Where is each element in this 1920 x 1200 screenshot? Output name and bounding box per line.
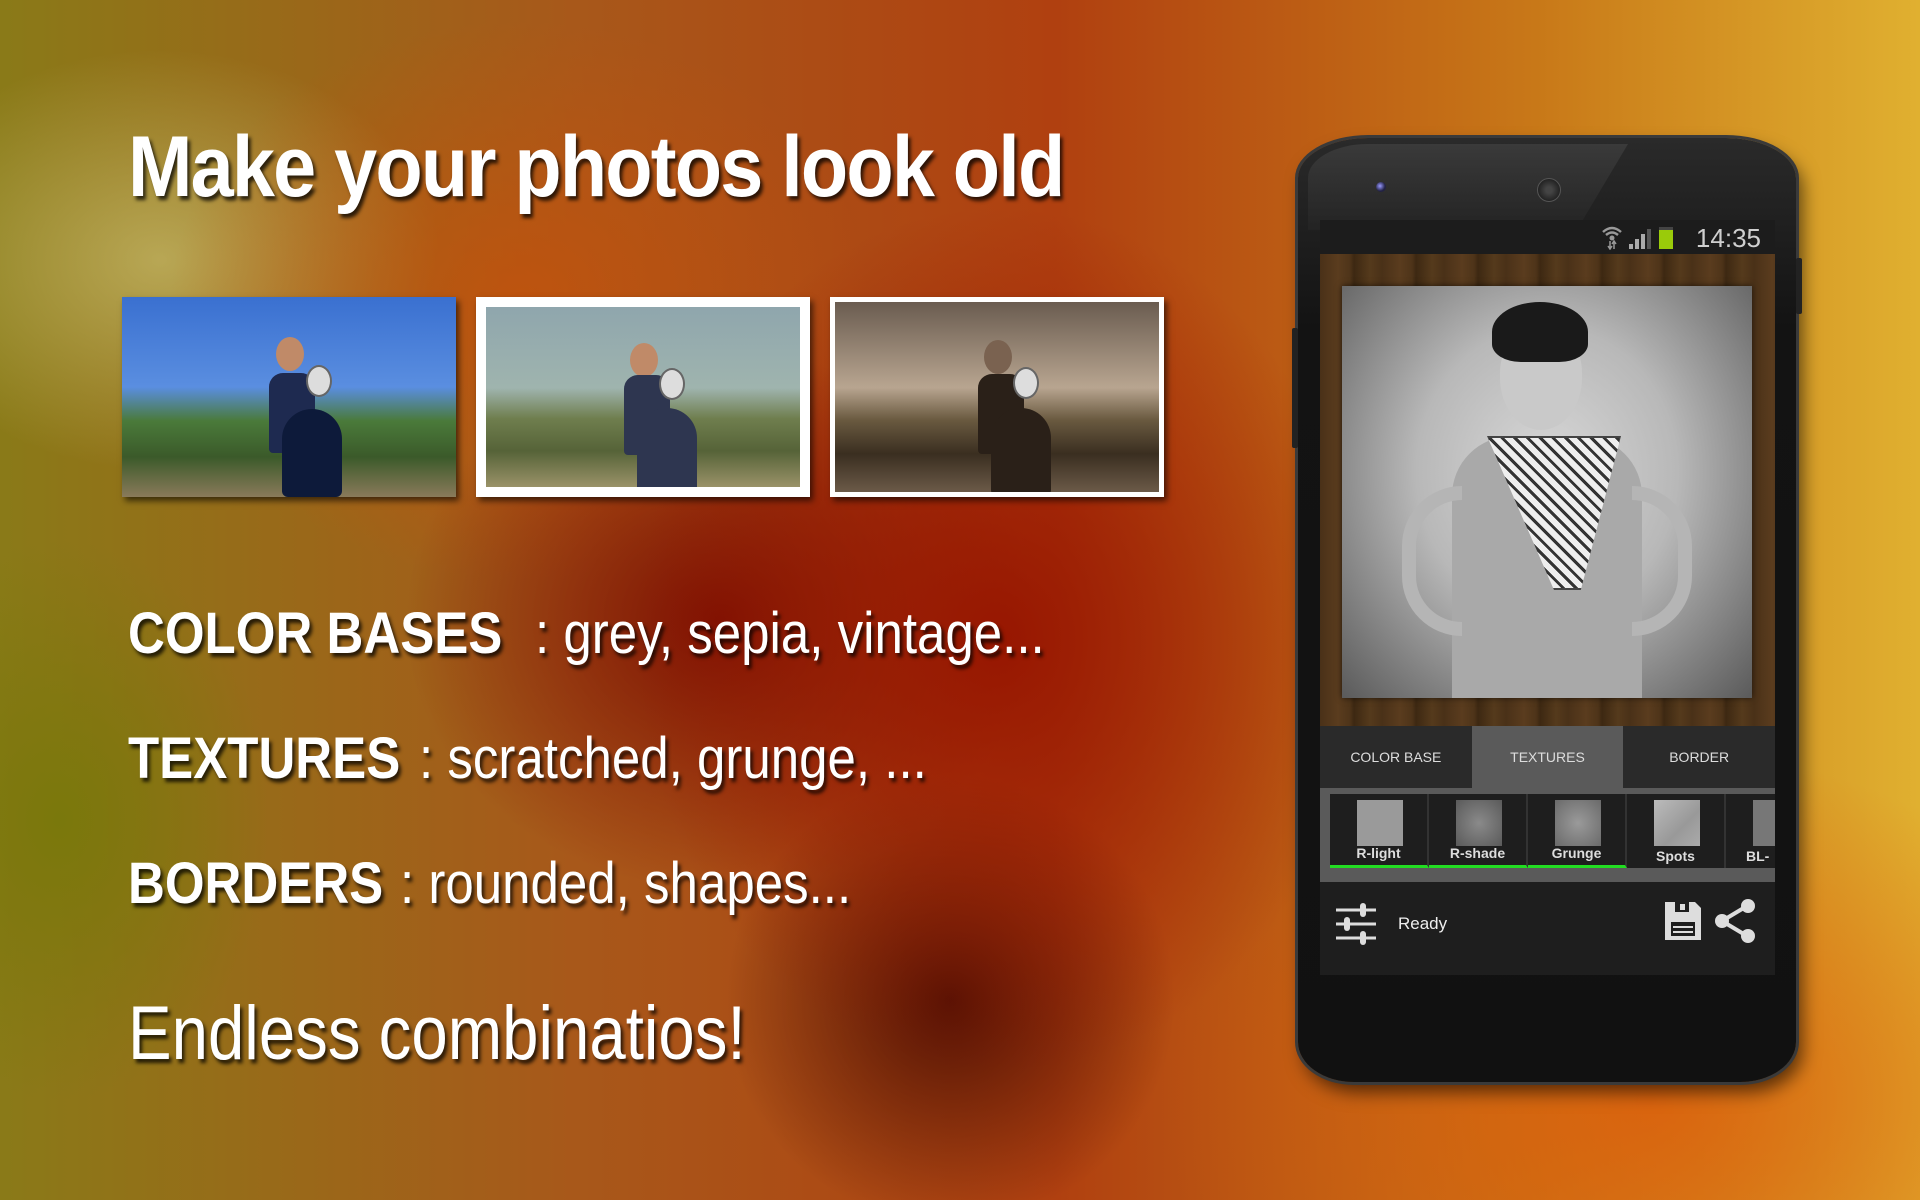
feature-key: COLOR BASES (128, 601, 503, 666)
texture-thumbnail (1456, 800, 1502, 846)
feature-color-bases: COLOR BASES : grey, sepia, vintage... (128, 600, 1115, 667)
photo-grunge-border (476, 297, 810, 497)
photo-sepia (830, 297, 1164, 497)
texture-thumbnail (1654, 800, 1700, 846)
speaker-grille-icon (1537, 178, 1561, 202)
texture-label: Grunge (1551, 845, 1602, 861)
feature-value: : rounded, shapes... (400, 851, 852, 916)
texture-item-spots[interactable]: Spots (1627, 794, 1726, 868)
texture-thumbnail (1753, 800, 1775, 846)
tab-color-base[interactable]: COLOR BASE (1320, 726, 1472, 788)
texture-label: BL- (1746, 848, 1770, 864)
texture-label: Spots (1656, 848, 1695, 864)
clock: 14:35 (1695, 223, 1761, 253)
battery-icon (1659, 227, 1673, 249)
status-bar: 14:35 (1320, 220, 1775, 254)
texture-thumbnail (1357, 800, 1403, 846)
phone-mockup: 14:35 COLOR BASE TEXTURES BORDER R-light (1292, 138, 1802, 1082)
phone-glare (1308, 144, 1628, 230)
photo-original (122, 297, 456, 497)
adjust-sliders-icon[interactable] (1334, 902, 1378, 946)
feature-key: TEXTURES (128, 726, 401, 791)
feature-value: : scratched, grunge, ... (419, 726, 928, 791)
tagline: Endless combinatios! (128, 991, 746, 1076)
phone-screen: 14:35 COLOR BASE TEXTURES BORDER R-light (1320, 220, 1775, 975)
editor-canvas (1320, 254, 1775, 726)
texture-panel: R-light R-shade Grunge Spots BL- (1320, 788, 1775, 882)
wifi-icon (1601, 224, 1623, 256)
effect-tabs: COLOR BASE TEXTURES BORDER (1320, 726, 1775, 788)
bottom-action-bar: Ready (1320, 882, 1775, 975)
feature-textures: TEXTURES : scratched, grunge, ... (128, 725, 996, 792)
feature-value: : grey, sepia, vintage... (535, 601, 1046, 666)
texture-item-r-shade[interactable]: R-shade (1429, 794, 1528, 868)
tab-textures[interactable]: TEXTURES (1471, 726, 1624, 788)
feature-borders: BORDERS: rounded, shapes... (128, 850, 913, 917)
save-icon[interactable] (1663, 900, 1703, 942)
signal-icon (1629, 229, 1651, 249)
power-button (1796, 258, 1802, 314)
status-text: Ready (1398, 914, 1448, 933)
volume-button (1292, 328, 1298, 448)
edited-photo[interactable] (1342, 286, 1752, 698)
texture-label: R-shade (1449, 845, 1506, 861)
feature-key: BORDERS (128, 851, 384, 916)
tab-border[interactable]: BORDER (1623, 726, 1775, 788)
texture-label: R-light (1356, 845, 1401, 861)
front-camera-icon (1376, 182, 1386, 192)
texture-item-grunge[interactable]: Grunge (1528, 794, 1627, 868)
share-icon[interactable] (1713, 898, 1757, 944)
texture-item-r-light[interactable]: R-light (1330, 794, 1429, 868)
headline: Make your photos look old (128, 119, 1065, 215)
texture-item-bl[interactable]: BL- (1726, 794, 1775, 868)
texture-list[interactable]: R-light R-shade Grunge Spots BL- (1330, 794, 1775, 868)
texture-thumbnail (1555, 800, 1601, 846)
